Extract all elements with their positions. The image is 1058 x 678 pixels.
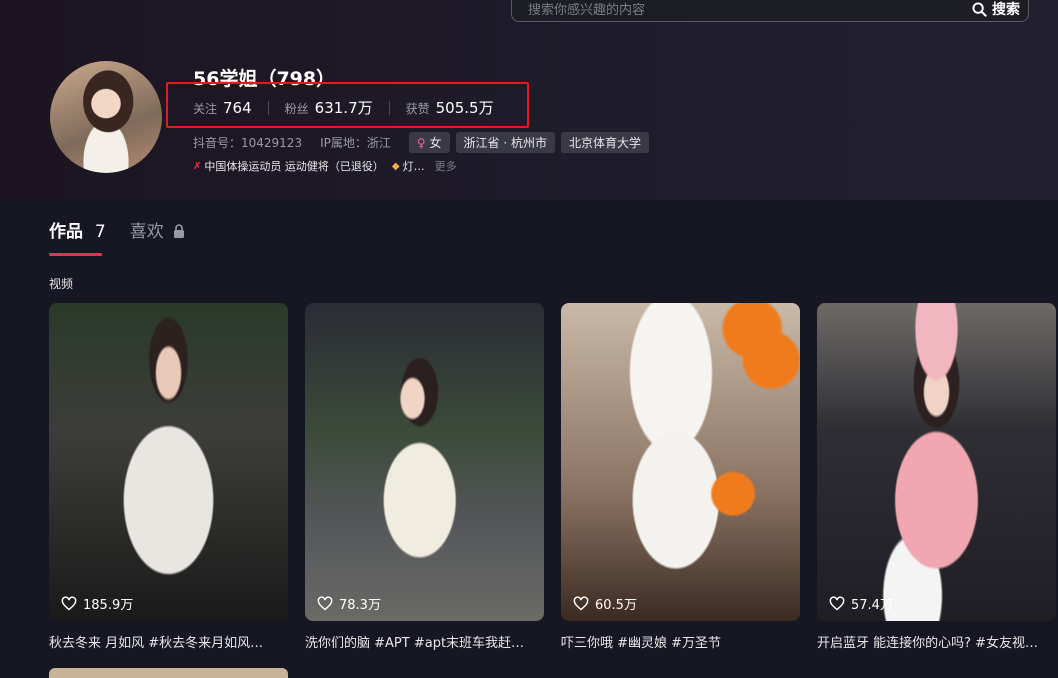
- tab-label: 作品: [49, 222, 83, 242]
- heart-icon: [317, 596, 333, 611]
- video-card[interactable]: 185.9万 秋去冬来 月如风 #秋去冬来月如风…: [49, 303, 288, 651]
- tab-works[interactable]: 作品 7: [49, 217, 106, 256]
- lock-icon: [174, 224, 185, 238]
- like-count-value: 185.9万: [83, 598, 134, 613]
- search-input[interactable]: [526, 0, 910, 21]
- video-thumbnail-partial[interactable]: [49, 668, 288, 678]
- tab-label: 喜欢: [129, 222, 164, 242]
- video-thumbnail[interactable]: 60.5万: [561, 303, 800, 621]
- video-caption[interactable]: 秋去冬来 月如风 #秋去冬来月如风…: [49, 632, 288, 651]
- video-thumbnail[interactable]: 78.3万: [305, 303, 544, 621]
- search-box: 搜索: [511, 0, 1029, 22]
- profile-meta: 抖音号：10429123 IP属地：浙江 ♀ 女 浙江省 · 杭州市 北京体育大…: [193, 132, 655, 153]
- video-card[interactable]: 60.5万 吓三你哦 #幽灵娘 #万圣节: [561, 303, 800, 651]
- gender-tag: ♀ 女: [408, 132, 450, 153]
- female-icon: ♀: [416, 136, 426, 150]
- school-tag: 北京体育大学: [560, 132, 649, 153]
- location-tag: 浙江省 · 杭州市: [455, 132, 555, 153]
- tag-icon: ◆: [391, 160, 400, 172]
- douyin-id: 抖音号：10429123: [193, 136, 303, 150]
- section-title: 视频: [49, 277, 74, 291]
- avatar[interactable]: [50, 61, 162, 173]
- heart-icon: [573, 596, 589, 611]
- ip-location: IP属地：浙江: [320, 136, 391, 150]
- video-caption[interactable]: 开启蓝牙 能连接你的心吗? #女友视…: [817, 632, 1056, 651]
- content-tabs: 作品 7 喜欢: [49, 217, 185, 256]
- like-count: 57.4万: [829, 594, 893, 613]
- like-count-value: 57.4万: [851, 598, 893, 613]
- bio-extra: 灯…: [402, 160, 425, 173]
- heart-icon: [829, 596, 845, 611]
- like-count: 185.9万: [61, 594, 133, 613]
- like-count: 78.3万: [317, 594, 381, 613]
- gender-tag-label: 女: [429, 136, 442, 150]
- heart-icon: [61, 596, 77, 611]
- tab-likes[interactable]: 喜欢: [130, 217, 185, 256]
- video-thumbnail[interactable]: 57.4万: [817, 303, 1056, 621]
- video-card[interactable]: 57.4万 开启蓝牙 能连接你的心吗? #女友视…: [817, 303, 1056, 651]
- like-count: 60.5万: [573, 594, 637, 613]
- video-thumbnail[interactable]: 185.9万: [49, 303, 288, 621]
- more-link[interactable]: 更多: [435, 158, 457, 174]
- search-icon: [972, 1, 987, 17]
- profile-bio: ✗ 中国体操运动员 运动健将（已退役） ◆ 灯… 更多: [193, 158, 457, 174]
- search-button-label: 搜索: [992, 2, 1020, 18]
- search-button[interactable]: 搜索: [972, 0, 1020, 19]
- like-count-value: 60.5万: [595, 598, 637, 613]
- bio-text: 中国体操运动员 运动健将（已退役）: [204, 160, 384, 173]
- like-count-value: 78.3万: [339, 598, 381, 613]
- highlight-annotation-box: [166, 82, 529, 128]
- gymnast-icon: ✗: [193, 160, 202, 172]
- video-caption[interactable]: 吓三你哦 #幽灵娘 #万圣节: [561, 632, 800, 651]
- video-caption[interactable]: 洗你们的脑 #APT #apt末班车我赶…: [305, 632, 544, 651]
- tab-count: 7: [94, 222, 106, 242]
- video-card[interactable]: 78.3万 洗你们的脑 #APT #apt末班车我赶…: [305, 303, 544, 651]
